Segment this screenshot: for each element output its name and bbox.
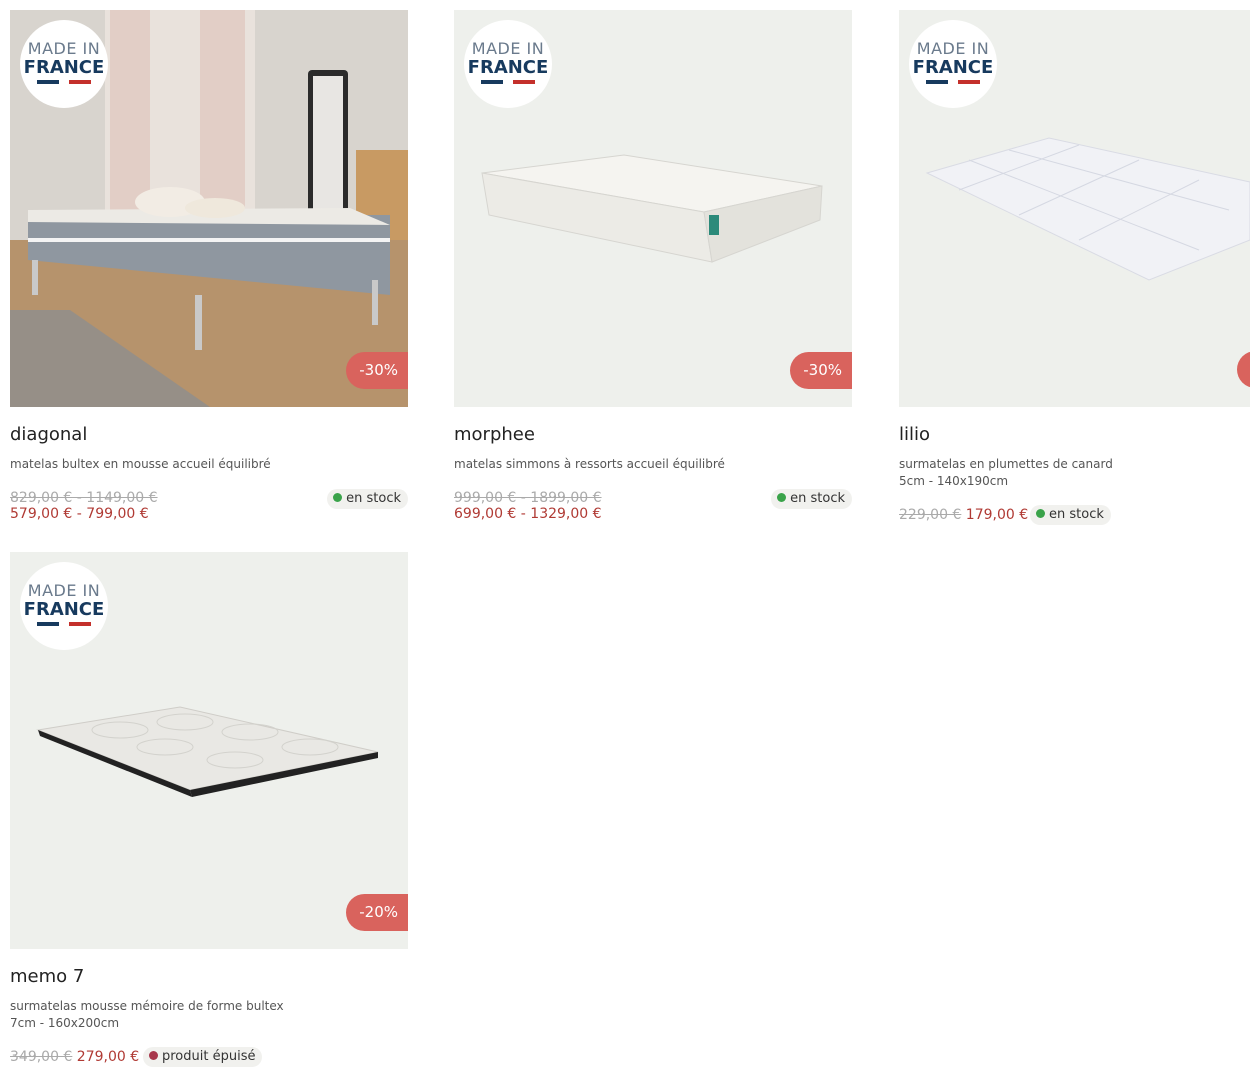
france-label: FRANCE — [467, 57, 549, 78]
old-price: 999,00 € - 1899,00 € — [454, 490, 602, 506]
product-image[interactable]: MADE IN FRANCE -20% — [10, 552, 408, 949]
stock-label: en stock — [346, 491, 401, 506]
stock-status: en stock — [327, 489, 408, 509]
made-in-france-badge: MADE IN FRANCE — [909, 20, 997, 108]
product-description: surmatelas mousse mémoire de forme bulte… — [10, 999, 284, 1030]
stock-dot-icon — [149, 1051, 158, 1060]
price-block: 349,00 € 279,00 € — [10, 1049, 139, 1065]
product-card-diagonal[interactable]: MADE IN FRANCE -30% diagonal matelas bul… — [10, 10, 408, 522]
product-image[interactable]: MADE IN FRANCE -30% — [454, 10, 852, 407]
new-price: 279,00 € — [76, 1049, 140, 1065]
product-description: matelas bultex en mousse accueil équilib… — [10, 457, 271, 471]
discount-badge: -20% — [346, 894, 408, 931]
old-price: 349,00 € — [10, 1049, 73, 1065]
stock-dot-icon — [777, 493, 787, 502]
discount-badge: -30% — [790, 352, 852, 389]
product-image[interactable]: MADE IN FRANCE — [899, 10, 1250, 407]
flag-stripes — [481, 80, 535, 84]
product-title[interactable]: diagonal — [10, 424, 87, 445]
flag-stripes — [37, 80, 91, 84]
made-in-label: MADE IN — [916, 39, 990, 58]
flag-stripes — [37, 622, 91, 626]
product-card-memo-7[interactable]: MADE IN FRANCE -20% memo 7 surmatelas mo… — [10, 552, 408, 1067]
stock-status: produit épuisé — [143, 1047, 263, 1067]
product-description: matelas simmons à ressorts accueil équil… — [454, 457, 725, 471]
product-card-morphee[interactable]: MADE IN FRANCE -30% morphee matelas simm… — [454, 10, 852, 522]
made-in-france-badge: MADE IN FRANCE — [20, 562, 108, 650]
old-price: 829,00 € - 1149,00 € — [10, 490, 158, 506]
made-in-label: MADE IN — [27, 581, 101, 600]
stock-label: produit épuisé — [162, 1049, 256, 1064]
product-title[interactable]: lilio — [899, 424, 930, 445]
product-title[interactable]: morphee — [454, 424, 535, 445]
stock-dot-icon — [1036, 509, 1045, 518]
stock-status: en stock — [771, 489, 852, 509]
price-block: 829,00 € - 1149,00 € 579,00 € - 799,00 € — [10, 490, 158, 522]
made-in-france-badge: MADE IN FRANCE — [464, 20, 552, 108]
made-in-label: MADE IN — [471, 39, 545, 58]
france-label: FRANCE — [23, 57, 105, 78]
stock-status: en stock — [1030, 505, 1111, 525]
made-in-france-badge: MADE IN FRANCE — [20, 20, 108, 108]
new-price: 179,00 € — [965, 507, 1029, 523]
new-price: 699,00 € - 1329,00 € — [454, 506, 602, 522]
france-label: FRANCE — [912, 57, 994, 78]
product-image[interactable]: MADE IN FRANCE -30% — [10, 10, 408, 407]
new-price: 579,00 € - 799,00 € — [10, 506, 149, 522]
price-block: 999,00 € - 1899,00 € 699,00 € - 1329,00 … — [454, 490, 602, 522]
old-price: 229,00 € — [899, 507, 962, 523]
stock-label: en stock — [1049, 507, 1104, 522]
stock-label: en stock — [790, 491, 845, 506]
price-block: 229,00 € 179,00 € — [899, 507, 1028, 523]
stock-dot-icon — [333, 493, 343, 502]
discount-badge: -30% — [346, 352, 408, 389]
made-in-label: MADE IN — [27, 39, 101, 58]
product-description: surmatelas en plumettes de canard 5cm - … — [899, 457, 1113, 488]
product-title[interactable]: memo 7 — [10, 966, 84, 987]
flag-stripes — [926, 80, 980, 84]
france-label: FRANCE — [23, 599, 105, 620]
product-card-lilio[interactable]: MADE IN FRANCE lilio surmatelas en plume… — [899, 10, 1250, 525]
